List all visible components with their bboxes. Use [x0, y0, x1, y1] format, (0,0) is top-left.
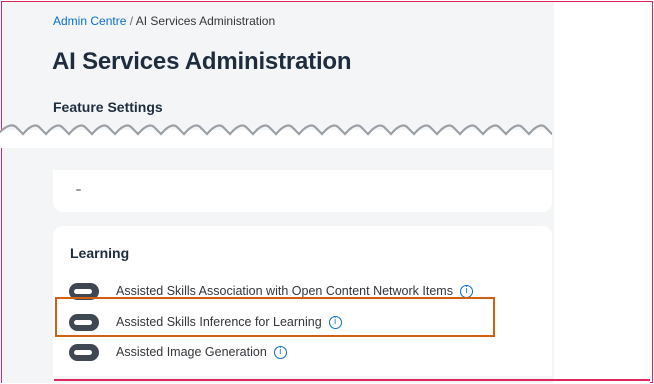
highlight-box [55, 297, 495, 337]
page-title: AI Services Administration [52, 48, 352, 75]
feature-settings-heading: Feature Settings [53, 99, 163, 115]
torn-edge-divider [0, 124, 552, 148]
info-icon[interactable]: i [273, 345, 287, 359]
info-icon[interactable]: i [459, 284, 473, 298]
feature-card-bottom [53, 170, 552, 212]
toggle-knob [74, 288, 92, 294]
breadcrumb: Admin Centre / AI Services Administratio… [53, 14, 275, 28]
setting-label: Assisted Image Generation [116, 345, 267, 359]
truncated-content-mark [76, 189, 81, 191]
page-margin [554, 2, 650, 383]
setting-label: Assisted Skills Association with Open Co… [116, 284, 453, 298]
setting-row-image-generation: Assisted Image Generation i [69, 342, 287, 362]
toggle-knob [74, 349, 92, 355]
breadcrumb-current: AI Services Administration [135, 14, 276, 28]
learning-heading: Learning [70, 245, 130, 261]
breadcrumb-admin-centre-link[interactable]: Admin Centre [53, 14, 126, 28]
breadcrumb-separator: / [129, 14, 134, 28]
toggle-switch[interactable] [69, 343, 99, 361]
frame-bottom-edge [54, 379, 650, 381]
